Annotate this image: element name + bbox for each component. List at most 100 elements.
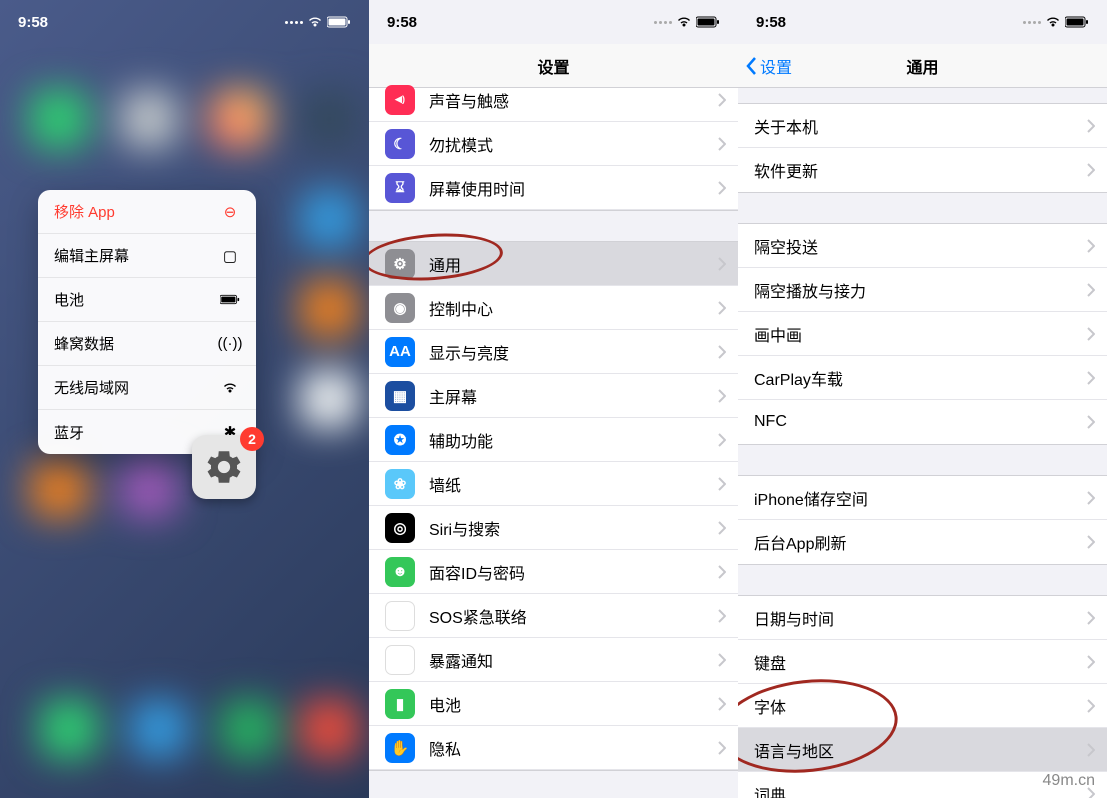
row-label: 屏幕使用时间 bbox=[429, 176, 718, 200]
settings-row[interactable]: ❀ 墙纸 bbox=[369, 462, 738, 506]
row-label: Siri与搜索 bbox=[429, 516, 718, 540]
notification-badge: 2 bbox=[240, 427, 264, 451]
ctx-item[interactable]: 电池 bbox=[38, 278, 256, 322]
row-icon: ◀︎) bbox=[385, 85, 415, 115]
back-button[interactable]: 设置 bbox=[746, 54, 792, 78]
settings-row[interactable]: ◉ 控制中心 bbox=[369, 286, 738, 330]
row-group: 日期与时间键盘字体语言与地区词典 bbox=[738, 596, 1107, 798]
row-icon: ☾ bbox=[385, 129, 415, 159]
settings-row[interactable]: ⚙︎ 通用 bbox=[369, 242, 738, 286]
row-label: 词典 bbox=[754, 782, 1087, 798]
row-group: 隔空投送隔空播放与接力画中画CarPlay车载 NFC bbox=[738, 224, 1107, 444]
row-label: 主屏幕 bbox=[429, 384, 718, 408]
ctx-label: 蓝牙 bbox=[54, 422, 84, 443]
row-label: 控制中心 bbox=[429, 296, 718, 320]
ctx-item[interactable]: 移除 App ⊖ bbox=[38, 190, 256, 234]
settings-row[interactable]: ▦ 主屏幕 bbox=[369, 374, 738, 418]
battery-icon bbox=[220, 294, 240, 305]
settings-row[interactable]: ▮ 电池 bbox=[369, 682, 738, 726]
general-row[interactable]: 隔空投送 bbox=[738, 224, 1107, 268]
general-row[interactable]: 关于本机 bbox=[738, 104, 1107, 148]
row-icon: ✪ bbox=[385, 425, 415, 455]
row-label: 墙纸 bbox=[429, 472, 718, 496]
general-rows: 关于本机软件更新隔空投送隔空播放与接力画中画CarPlay车载 NFC iPhone… bbox=[738, 88, 1107, 798]
row-label: 隔空投送 bbox=[754, 234, 1087, 258]
general-row[interactable]: 后台App刷新 bbox=[738, 520, 1107, 564]
general-row[interactable]: NFC bbox=[738, 400, 1107, 444]
general-row[interactable]: 软件更新 bbox=[738, 148, 1107, 192]
row-group: 关于本机软件更新 bbox=[738, 104, 1107, 192]
nav-title: 设置 bbox=[537, 54, 569, 78]
row-label: SOS紧急联络 bbox=[429, 604, 718, 628]
⊖-icon: ⊖ bbox=[220, 203, 240, 221]
group-separator bbox=[369, 210, 738, 242]
general-row[interactable]: 字体 bbox=[738, 684, 1107, 728]
ctx-item[interactable]: 编辑主屏幕 ▢ bbox=[38, 234, 256, 278]
row-label: 关于本机 bbox=[754, 114, 1087, 138]
row-icon: ◉ bbox=[385, 293, 415, 323]
row-icon: ▦ bbox=[385, 381, 415, 411]
settings-row[interactable]: ⌛︎屏幕使用时间 bbox=[369, 166, 738, 210]
general-row[interactable]: CarPlay车载 bbox=[738, 356, 1107, 400]
row-icon: ✲ bbox=[385, 645, 415, 675]
((·))-icon: ((·)) bbox=[220, 335, 240, 352]
settings-row[interactable]: ☾ 勿扰模式 bbox=[369, 122, 738, 166]
group-separator bbox=[369, 770, 738, 798]
general-row[interactable]: 语言与地区 bbox=[738, 728, 1107, 772]
row-label: 隐私 bbox=[429, 736, 718, 760]
status-time: 9:58 bbox=[387, 14, 417, 31]
row-label: 通用 bbox=[429, 252, 718, 276]
row-label: 键盘 bbox=[754, 650, 1087, 674]
phone-general-list: 9:58 设置 通用 关于本机软件更新隔空投送隔空播放与接力画中画CarPlay… bbox=[738, 0, 1107, 798]
row-icon: AA bbox=[385, 337, 415, 367]
row-icon: ▮ bbox=[385, 689, 415, 719]
general-row[interactable]: 日期与时间 bbox=[738, 596, 1107, 640]
ctx-label: 移除 App bbox=[54, 201, 115, 222]
general-row[interactable]: 画中画 bbox=[738, 312, 1107, 356]
row-label: 字体 bbox=[754, 694, 1087, 718]
status-time: 9:58 bbox=[756, 14, 786, 31]
row-icon: ⚙︎ bbox=[385, 249, 415, 279]
settings-row[interactable]: ☻面容ID与密码 bbox=[369, 550, 738, 594]
chevron-left-icon bbox=[746, 56, 758, 76]
ctx-item[interactable]: 无线局域网 bbox=[38, 366, 256, 410]
ctx-item[interactable]: 蜂窝数据 ((·)) bbox=[38, 322, 256, 366]
settings-row[interactable]: SOS SOS紧急联络 bbox=[369, 594, 738, 638]
row-label: 电池 bbox=[429, 692, 718, 716]
row-icon: SOS bbox=[385, 601, 415, 631]
ctx-label: 无线局域网 bbox=[54, 377, 129, 398]
settings-row[interactable]: ◎ Siri与搜索 bbox=[369, 506, 738, 550]
settings-row[interactable]: ✋ 隐私 bbox=[369, 726, 738, 770]
ctx-label: 编辑主屏幕 bbox=[54, 245, 129, 266]
back-label: 设置 bbox=[760, 54, 792, 78]
row-label: NFC bbox=[754, 413, 1087, 431]
general-row[interactable]: 键盘 bbox=[738, 640, 1107, 684]
general-row[interactable]: 隔空播放与接力 bbox=[738, 268, 1107, 312]
status-bar: 9:58 bbox=[738, 0, 1107, 44]
row-label: 软件更新 bbox=[754, 158, 1087, 182]
row-group: iPhone储存空间后台App刷新 bbox=[738, 476, 1107, 564]
settings-app-icon[interactable]: 2 bbox=[192, 435, 256, 499]
status-indicators bbox=[1023, 16, 1089, 28]
ctx-label: 蜂窝数据 bbox=[54, 333, 114, 354]
general-row[interactable]: iPhone储存空间 bbox=[738, 476, 1107, 520]
settings-row[interactable]: ◀︎)声音与触感 bbox=[369, 78, 738, 122]
settings-row[interactable]: ✲ 暴露通知 bbox=[369, 638, 738, 682]
row-label: 显示与亮度 bbox=[429, 340, 718, 364]
row-label: 暴露通知 bbox=[429, 648, 718, 672]
settings-row[interactable]: AA 显示与亮度 bbox=[369, 330, 738, 374]
row-icon: ✋ bbox=[385, 733, 415, 763]
context-menu: 移除 App⊖编辑主屏幕▢电池蜂窝数据((·))无线局域网蓝牙✱ bbox=[38, 190, 256, 454]
phone-settings-list: 9:58 设置 ◀︎)声音与触感 ☾ 勿扰模式 ⌛︎屏幕使用时间 ⚙︎ 通用 ◉ 控制中心 AA… bbox=[369, 0, 738, 798]
wifi-icon bbox=[1045, 16, 1061, 28]
row-label: 语言与地区 bbox=[754, 738, 1087, 762]
row-icon: ◎ bbox=[385, 513, 415, 543]
group-separator bbox=[738, 444, 1107, 476]
row-label: iPhone储存空间 bbox=[754, 486, 1087, 510]
row-icon: ❀ bbox=[385, 469, 415, 499]
row-label: 勿扰模式 bbox=[429, 132, 718, 156]
settings-row[interactable]: ✪辅助功能 bbox=[369, 418, 738, 462]
▢-icon: ▢ bbox=[220, 247, 240, 265]
nav-bar: 设置 通用 bbox=[738, 44, 1107, 88]
row-label: 日期与时间 bbox=[754, 606, 1087, 630]
